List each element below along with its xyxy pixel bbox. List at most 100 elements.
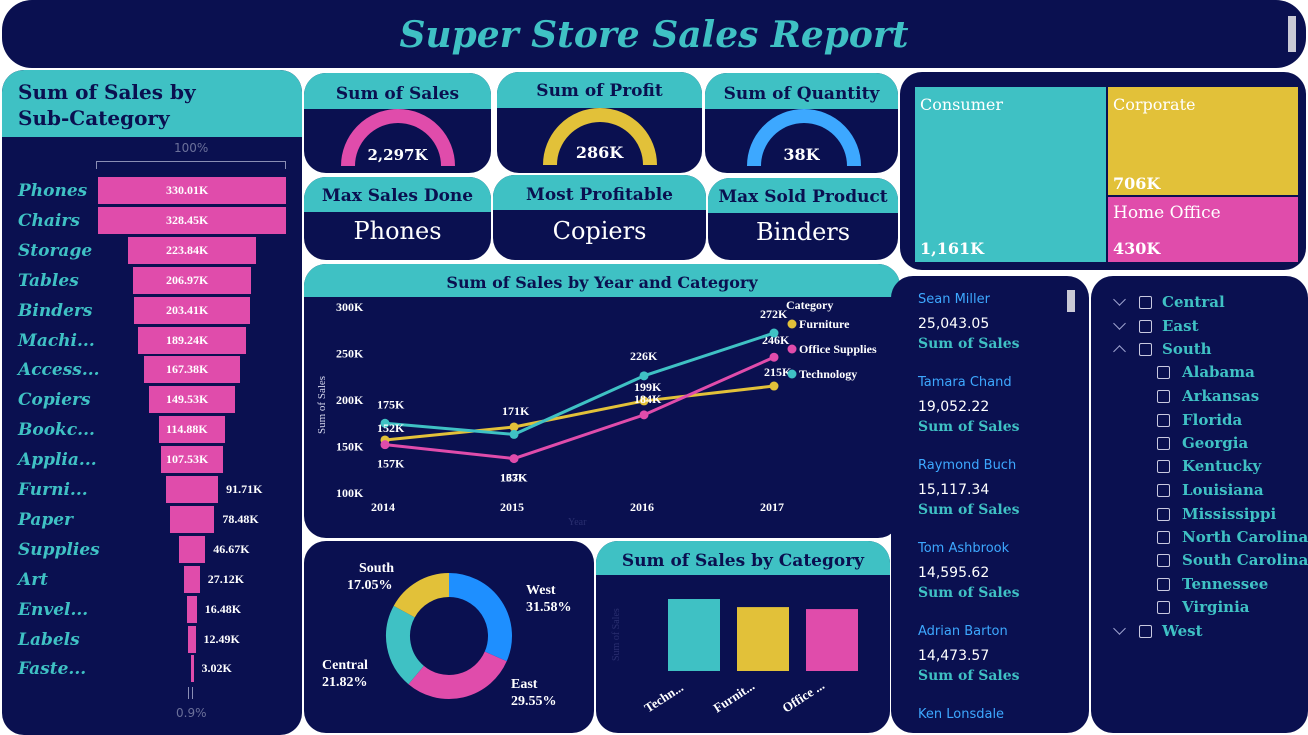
- x-tick-label: 2015: [500, 500, 524, 514]
- checkbox[interactable]: [1139, 296, 1152, 309]
- subcategory-chart-title-line2: Sub-Category: [18, 106, 170, 130]
- treemap-corporate-value: 706K: [1113, 174, 1161, 193]
- kpi-profit-title: Sum of Profit: [497, 72, 702, 108]
- customers-scrollbar[interactable]: [1067, 290, 1075, 312]
- customer-name: Raymond Buch: [918, 458, 1017, 473]
- scrollbar-thumb[interactable]: [1288, 16, 1296, 52]
- donut-slice-name: West: [526, 583, 556, 598]
- subcategory-value-label: 328.45K: [166, 212, 209, 227]
- y-axis-label: Sum of Sales: [316, 376, 328, 434]
- customer-measure-label: Sum of Sales: [918, 419, 1020, 435]
- x-axis-label: Year: [568, 517, 587, 528]
- x-tick-label: 2016: [630, 500, 654, 514]
- checkbox[interactable]: [1157, 414, 1170, 427]
- subcategory-value-label: 167.38K: [166, 362, 209, 377]
- data-point: [639, 410, 649, 420]
- checkbox[interactable]: [1157, 390, 1170, 403]
- data-label: 171K: [502, 404, 530, 418]
- y-tick-label: 100K: [336, 486, 364, 500]
- checkbox[interactable]: [1139, 625, 1152, 638]
- data-point: [769, 352, 779, 362]
- subcategory-label: Paper: [18, 509, 74, 530]
- treemap-home-office[interactable]: Home Office 430K: [1108, 197, 1298, 262]
- title-bar: Super Store Sales Report: [2, 0, 1306, 68]
- y-axis-label: Sum of Sales: [611, 608, 622, 661]
- subcategory-bar[interactable]: [169, 505, 215, 533]
- data-point: [380, 440, 390, 450]
- category-bar: [668, 599, 720, 671]
- legend-label: Technology: [799, 367, 857, 381]
- subcategory-value-label: 46.67K: [213, 541, 250, 556]
- donut-slice: [393, 573, 450, 618]
- data-point: [769, 328, 779, 338]
- data-label: 175K: [377, 397, 405, 411]
- subcategory-bar[interactable]: [190, 655, 194, 683]
- subcategory-label: Labels: [18, 629, 80, 650]
- category-bar: [806, 609, 858, 671]
- data-label: 152K: [377, 421, 405, 435]
- subcategory-bar[interactable]: [178, 535, 206, 563]
- chevron-down-icon[interactable]: [1113, 622, 1126, 635]
- subcategory-label: Access...: [18, 360, 100, 381]
- checkbox[interactable]: [1139, 343, 1152, 356]
- legend-marker: [787, 369, 797, 379]
- checkbox[interactable]: [1157, 531, 1170, 544]
- subcategory-chart-header: Sum of Sales by Sub-Category: [2, 70, 302, 137]
- donut-slice: [408, 651, 507, 699]
- subcategory-bar[interactable]: [184, 565, 200, 593]
- subcategory-value-label: 206.97K: [166, 272, 209, 287]
- region-donut-panel: West 31.58% East 29.55% Central 21.82% South 17…: [304, 541, 594, 733]
- legend-marker: [787, 344, 797, 354]
- slicer-state-label: Louisiana: [1182, 481, 1264, 499]
- subcategory-bar[interactable]: [187, 595, 197, 623]
- checkbox[interactable]: [1157, 437, 1170, 450]
- subcategory-chart-title-line1: Sum of Sales by: [18, 80, 196, 104]
- checkbox[interactable]: [1157, 460, 1170, 473]
- most-profitable-value: Copiers: [552, 217, 647, 245]
- slicer-region-label: West: [1162, 622, 1203, 640]
- sales-by-year-chart-panel: Sum of Sales by Year and Category 100K 15…: [304, 264, 900, 538]
- subcategory-value-label: 114.88K: [166, 422, 208, 437]
- slicer-state-label: Kentucky: [1182, 457, 1262, 475]
- subcategory-bar[interactable]: [188, 625, 196, 653]
- subcategory-bar[interactable]: [165, 476, 219, 503]
- subcategory-label: Phones: [18, 181, 88, 201]
- max-sold-value: Binders: [755, 218, 851, 246]
- region-slicer-panel: Central East South Alabama Arkansas Florida Ge…: [1091, 276, 1308, 733]
- subcategory-value-label: 91.71K: [226, 482, 263, 496]
- checkbox[interactable]: [1157, 554, 1170, 567]
- subcategory-value-label: 203.41K: [166, 302, 209, 317]
- y-tick-label: 250K: [336, 347, 364, 361]
- checkbox[interactable]: [1157, 578, 1170, 591]
- max-sold-card: Max Sold Product Binders: [708, 178, 898, 260]
- slicer-state-label: North Carolina: [1182, 528, 1308, 546]
- treemap-consumer[interactable]: Consumer 1,161K: [915, 87, 1106, 262]
- slicer-region-label: East: [1162, 317, 1199, 335]
- checkbox[interactable]: [1157, 508, 1170, 521]
- max-sales-title: Max Sales Done: [304, 177, 491, 212]
- checkbox[interactable]: [1139, 320, 1152, 333]
- customer-name: Tom Ashbrook: [918, 541, 1010, 556]
- checkbox[interactable]: [1157, 366, 1170, 379]
- slicer-state-label: Tennessee: [1182, 575, 1269, 593]
- subcategory-value-label: 189.24K: [166, 332, 209, 347]
- checkbox[interactable]: [1157, 484, 1170, 497]
- region-donut-chart: West 31.58% East 29.55% Central 21.82% South 17…: [322, 561, 572, 709]
- chevron-up-icon[interactable]: [1113, 345, 1126, 358]
- sales-by-category-bar-chart: Techn... Furnit... Office ... Sum of Sales: [611, 599, 858, 716]
- chevron-down-icon[interactable]: [1113, 293, 1126, 306]
- kpi-sales-value: 2,297K: [367, 146, 428, 164]
- kpi-sales-title: Sum of Sales: [304, 73, 491, 109]
- data-label: 157K: [377, 457, 405, 471]
- treemap-corporate[interactable]: Corporate 706K: [1108, 87, 1298, 195]
- legend-label: Furniture: [799, 317, 850, 331]
- max-sold-title: Max Sold Product: [708, 178, 898, 213]
- chevron-down-icon[interactable]: [1113, 317, 1126, 330]
- most-profitable-title: Most Profitable: [493, 175, 706, 210]
- subcategory-label: Furni...: [18, 480, 88, 500]
- checkbox[interactable]: [1157, 601, 1170, 614]
- customer-sales-value: 15,117.34: [918, 482, 990, 498]
- subcategory-label: Supplies: [18, 539, 100, 560]
- subcategory-label: Faste...: [18, 659, 87, 680]
- y-tick-label: 150K: [336, 440, 364, 454]
